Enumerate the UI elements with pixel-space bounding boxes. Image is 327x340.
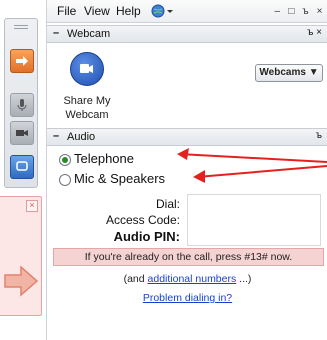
section-controls[interactable]: ъ × [307, 27, 322, 38]
chat-button[interactable] [10, 155, 34, 179]
restore-icon[interactable]: □ [287, 7, 296, 17]
camera-icon [16, 130, 28, 136]
dial-label: Dial: [155, 197, 180, 211]
access-code-label: Access Code: [105, 213, 180, 227]
additional-numbers-link[interactable]: additional numbers [148, 273, 237, 285]
problem-dialing-line: Problem dialing in? [47, 292, 327, 304]
grip-handle[interactable] [14, 25, 28, 29]
webcam-section-title: Webcam [67, 28, 111, 40]
already-on-call-notice: If you're already on the call, press #13… [53, 248, 324, 266]
chat-icon [16, 161, 28, 171]
dial-info-box [187, 194, 321, 246]
window-controls: – □ ъ × [271, 5, 324, 17]
minimize-icon[interactable]: – [273, 7, 282, 17]
arrow-callout-tab: × [0, 196, 42, 316]
arrow-right-icon [16, 56, 28, 66]
webcam-section-header[interactable]: – Webcam ъ × [47, 25, 327, 43]
big-arrow-icon [4, 265, 39, 297]
share-screen-button[interactable] [10, 49, 34, 73]
menu-bar: File View Help – □ ъ × [47, 0, 327, 23]
additional-numbers-line: (and additional numbers ...) [47, 273, 327, 285]
menu-view[interactable]: View [84, 4, 110, 18]
close-icon[interactable]: × [26, 200, 38, 212]
close-icon[interactable]: × [315, 7, 324, 17]
share-label-line1: Share My [63, 95, 111, 107]
microphone-button[interactable] [10, 93, 34, 117]
problem-dialing-link[interactable]: Problem dialing in? [143, 292, 232, 304]
collapse-icon[interactable]: – [53, 27, 59, 39]
share-label-line2: Webcam [65, 109, 109, 121]
menu-help[interactable]: Help [116, 4, 141, 18]
annotation-arrows [177, 148, 327, 183]
webcams-dropdown[interactable]: Webcams ▼ [255, 64, 323, 82]
tool-strip [4, 18, 38, 188]
share-webcam-label: Share My Webcam [57, 94, 117, 122]
audio-pin-label: Audio PIN: [113, 229, 180, 244]
webcam-button[interactable] [10, 121, 34, 145]
menu-file[interactable]: File [57, 4, 76, 18]
microphone-icon [17, 99, 27, 111]
pin-icon[interactable]: ъ [301, 7, 310, 17]
share-webcam-button[interactable] [70, 52, 104, 86]
globe-dropdown-icon[interactable] [151, 4, 173, 18]
meeting-panel: File View Help – □ ъ × – Webcam ъ × Shar… [46, 0, 327, 340]
video-camera-icon [80, 64, 93, 73]
additional-prefix: (and [123, 273, 148, 285]
additional-suffix: ...) [236, 273, 252, 285]
